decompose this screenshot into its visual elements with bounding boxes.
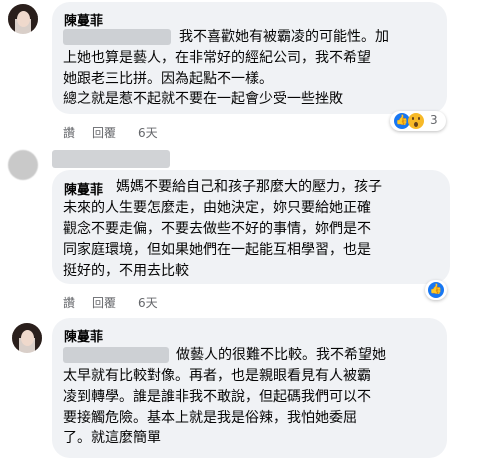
comment-text-line: 觀念不要走偏，不要去做些不好的事情，妳們是不 bbox=[63, 221, 371, 237]
tagged-name-redacted bbox=[63, 29, 171, 45]
reaction-summary[interactable]: 👍 bbox=[425, 280, 447, 300]
comment-text-line: 她跟老三比拼。因為起點不一樣。 bbox=[63, 71, 273, 87]
avatar[interactable] bbox=[8, 4, 38, 34]
comment-actions: 讚 回覆 6天 bbox=[63, 124, 263, 140]
comment-text-line: 同家庭環境，但如果她們在一起能互相學習，也是 bbox=[63, 242, 371, 258]
avatar[interactable] bbox=[12, 323, 42, 353]
comment-author[interactable]: 陳蔓菲 bbox=[64, 10, 103, 29]
comment-text-line: 我不喜歡她有被霸凌的可能性。加 bbox=[179, 29, 389, 45]
like-link[interactable]: 讚 bbox=[63, 124, 75, 141]
comment-text-line: 媽媽不要給自己和孩子那麼大的壓力，孩子 bbox=[116, 179, 382, 195]
comment-text-line: 上她也算是藝人，在非常好的經紀公司，我不希望 bbox=[63, 50, 371, 66]
reply-link[interactable]: 回覆 bbox=[92, 294, 116, 311]
comment-text-line: 挺好的，不用去比較 bbox=[63, 263, 189, 279]
tagged-name-redacted bbox=[63, 347, 169, 363]
comment-time[interactable]: 6天 bbox=[138, 124, 158, 141]
wow-reaction-icon bbox=[408, 113, 424, 129]
comment-actions: 讚 回覆 6天 bbox=[63, 294, 263, 310]
comment-text-line: 做藝人的很難不比較。我不希望她 bbox=[176, 347, 386, 363]
reaction-count: 3 bbox=[430, 113, 438, 127]
like-link[interactable]: 讚 bbox=[63, 294, 75, 311]
like-reaction-icon: 👍 bbox=[428, 282, 444, 298]
avatar[interactable] bbox=[8, 150, 38, 180]
comment-text-line: 總之就是惹不起就不要在一起會少受一些挫敗 bbox=[63, 91, 343, 107]
comment-text-line: 了。就這麼簡單 bbox=[63, 430, 161, 446]
comment-author[interactable]: 陳蔓菲 bbox=[64, 326, 103, 345]
commenter-name-redacted bbox=[52, 150, 170, 168]
comment-text-line: 太早就有比較對像。再者，也是親眼看見有人被霸 bbox=[63, 368, 371, 384]
comment-time[interactable]: 6天 bbox=[138, 294, 158, 311]
comment-text-line: 凌到轉學。誰是誰非我不敢說，但起碼我們可以不 bbox=[63, 389, 371, 405]
reaction-summary[interactable]: 👍 3 bbox=[390, 111, 446, 131]
comment-text-line: 未來的人生要怎麼走，由她決定，妳只要給她正確 bbox=[63, 200, 371, 216]
comment-author[interactable]: 陳蔓菲 bbox=[64, 179, 103, 198]
reply-link[interactable]: 回覆 bbox=[92, 124, 116, 141]
comment-text-line: 要接觸危險。基本上就是我是俗辣，我怕她委屈 bbox=[63, 410, 357, 426]
